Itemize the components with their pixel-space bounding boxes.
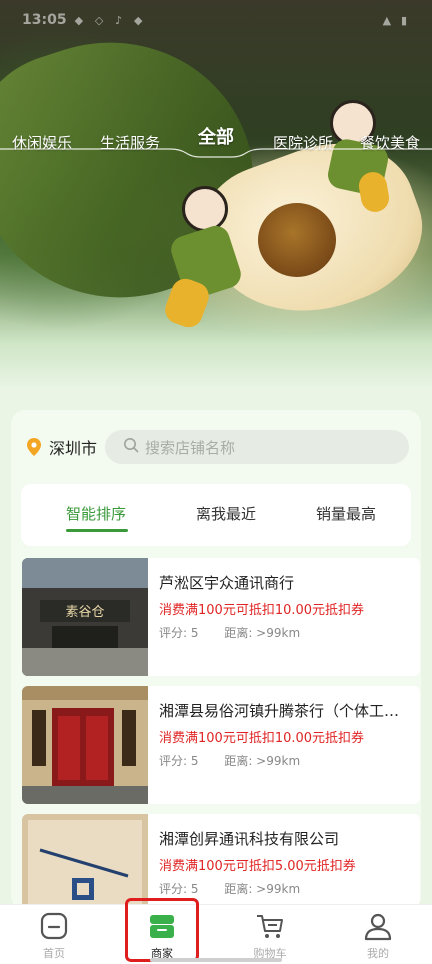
store-photo — [22, 686, 148, 804]
store-photo: 素谷仓 — [22, 558, 148, 676]
sort-nearest[interactable]: 离我最近 — [196, 503, 256, 524]
sort-bar: 智能排序 离我最近 销量最高 — [21, 484, 411, 546]
tab-all[interactable]: 全部 — [198, 123, 234, 149]
tab-hospital-clinic[interactable]: 医院诊所 — [273, 132, 333, 153]
store-rating: 评分: 5 — [159, 626, 199, 640]
bottom-navigation: 首页 商家 购物车 我的 — [0, 904, 432, 964]
yolk-illustration — [258, 203, 336, 277]
nav-profile-label: 我的 — [367, 947, 389, 960]
store-name: 湘潭创昇通讯科技有限公司 — [159, 830, 340, 848]
highlight-annotation — [125, 898, 199, 962]
nav-home[interactable]: 首页 — [0, 909, 108, 961]
store-item[interactable]: 湘潭创昇通讯科技有限公司 消费满100元可抵扣5.00元抵扣券 评分: 5 距离… — [22, 814, 420, 910]
sort-best-selling[interactable]: 销量最高 — [316, 503, 376, 524]
store-promo: 消费满100元可抵扣5.00元抵扣券 — [159, 859, 356, 874]
profile-icon — [363, 911, 393, 941]
cartoon-character-head — [182, 186, 228, 232]
active-sort-indicator — [66, 529, 128, 532]
search-input[interactable]: 搜索店铺名称 — [105, 430, 410, 464]
store-promo: 消费满100元可抵扣10.00元抵扣券 — [159, 603, 365, 618]
location-pin-icon[interactable] — [27, 438, 41, 456]
store-promo: 消费满100元可抵扣10.00元抵扣券 — [159, 731, 365, 746]
home-indicator — [150, 958, 282, 962]
status-bar: 13:05 ◆ ◇ ♪ ◆ ▲ ▮ — [0, 0, 432, 40]
store-meta: 评分: 5 距离: >99km — [159, 752, 300, 769]
store-list-card: 深圳市 搜索店铺名称 智能排序 离我最近 销量最高 素谷仓 芦淞区宇众通讯商行 … — [11, 410, 421, 910]
home-icon — [39, 911, 69, 941]
store-sign-text: 素谷仓 — [65, 605, 104, 620]
store-distance: 距离: >99km — [224, 754, 301, 768]
store-photo — [22, 814, 148, 910]
hero-banner: 13:05 ◆ ◇ ♪ ◆ ▲ ▮ 休闲娱乐 生活服务 全部 医院诊所 餐饮美食 — [0, 0, 432, 390]
search-placeholder: 搜索店铺名称 — [145, 438, 236, 457]
status-notification-icons: ◆ ◇ ♪ ◆ — [74, 13, 147, 27]
status-system-icons: ▲ ▮ — [382, 13, 410, 27]
store-distance: 距离: >99km — [224, 882, 301, 896]
store-rating: 评分: 5 — [159, 882, 199, 896]
store-distance: 距离: >99km — [224, 626, 301, 640]
nav-profile[interactable]: 我的 — [324, 909, 432, 961]
tab-food-dining[interactable]: 餐饮美食 — [360, 132, 420, 153]
store-name: 湘潭县易俗河镇升腾茶行（个体工商户） — [159, 702, 413, 720]
search-row: 深圳市 搜索店铺名称 — [11, 430, 421, 464]
store-name: 芦淞区宇众通讯商行 — [159, 574, 295, 592]
store-item[interactable]: 素谷仓 芦淞区宇众通讯商行 消费满100元可抵扣10.00元抵扣券 评分: 5 … — [22, 558, 420, 676]
nav-home-label: 首页 — [43, 947, 65, 960]
status-time: 13:05 — [22, 12, 67, 28]
nav-cart[interactable]: 购物车 — [216, 909, 324, 961]
tab-leisure[interactable]: 休闲娱乐 — [12, 132, 72, 153]
store-meta: 评分: 5 距离: >99km — [159, 880, 300, 897]
tab-life-services[interactable]: 生活服务 — [100, 132, 160, 153]
store-rating: 评分: 5 — [159, 754, 199, 768]
store-item[interactable]: 湘潭县易俗河镇升腾茶行（个体工商户） 消费满100元可抵扣10.00元抵扣券 评… — [22, 686, 420, 804]
sort-smart[interactable]: 智能排序 — [66, 503, 126, 524]
store-meta: 评分: 5 距离: >99km — [159, 624, 300, 641]
city-selector[interactable]: 深圳市 — [49, 435, 97, 459]
search-icon — [123, 437, 139, 457]
category-tabs: 休闲娱乐 生活服务 全部 医院诊所 餐饮美食 — [0, 120, 432, 170]
cart-icon — [255, 911, 285, 941]
